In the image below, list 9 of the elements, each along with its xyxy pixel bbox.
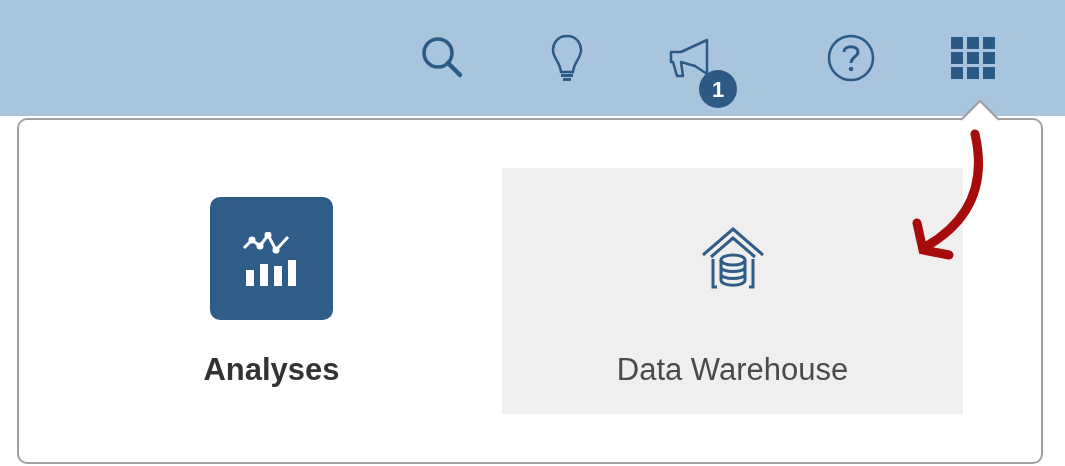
app-tile[interactable]: Data Warehouse <box>502 168 963 414</box>
lightbulb-icon <box>551 34 583 82</box>
app-tile-label: Analyses <box>203 351 340 389</box>
warehouse-database-icon <box>700 225 765 289</box>
app-tile-label: Data Warehouse <box>616 351 849 389</box>
grid-icon <box>951 37 995 79</box>
help-icon <box>826 33 876 83</box>
notification-badge: 1 <box>699 70 737 108</box>
analytics-app-icon <box>210 197 333 320</box>
